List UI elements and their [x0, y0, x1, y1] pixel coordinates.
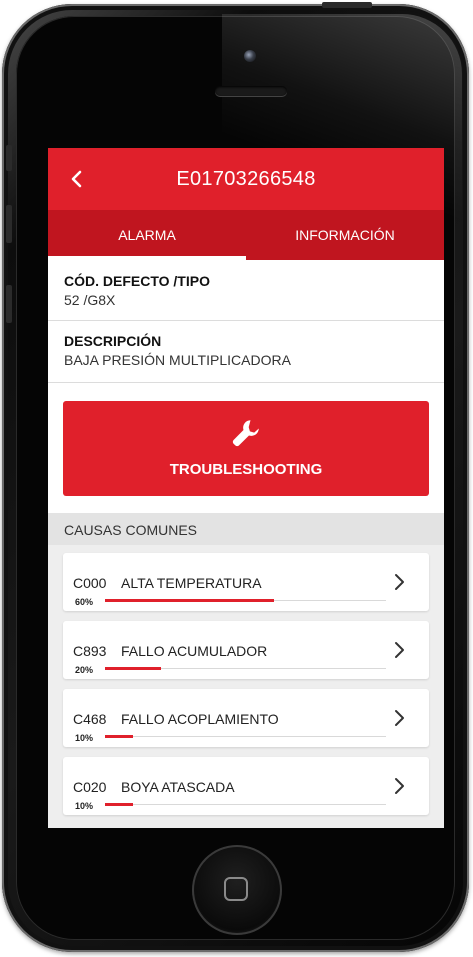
home-button[interactable]: [192, 845, 282, 935]
cause-progress-fill: [105, 803, 133, 806]
app-screen: E01703266548 ALARMA INFORMACIÓN CÓD. DEF…: [48, 148, 444, 828]
cause-item[interactable]: C020 BOYA ATASCADA 10%: [63, 757, 429, 815]
cause-item[interactable]: C893 FALLO ACUMULADOR 20%: [63, 621, 429, 679]
description-field: DESCRIPCIÓN BAJA PRESIÓN MULTIPLICADORA: [64, 333, 291, 368]
cause-progress-fill: [105, 599, 274, 602]
chevron-right-icon: [395, 778, 404, 794]
page-title: E01703266548: [176, 168, 316, 190]
defect-label: CÓD. DEFECTO /TIPO: [64, 273, 210, 289]
description-value: BAJA PRESIÓN MULTIPLICADORA: [64, 352, 291, 368]
cause-percentage: 20%: [75, 665, 94, 675]
cause-code: C893: [73, 643, 107, 659]
cause-code: C020: [73, 779, 107, 795]
troubleshooting-button[interactable]: TROUBLESHOOTING: [63, 401, 429, 496]
volume-down-button: [6, 285, 12, 323]
tab-alarma[interactable]: ALARMA: [48, 210, 246, 260]
cause-progress-track: [105, 804, 386, 805]
cause-name: FALLO ACOPLAMIENTO: [121, 711, 279, 727]
cause-item[interactable]: C000 ALTA TEMPERATURA 60%: [63, 553, 429, 611]
tab-informacion[interactable]: INFORMACIÓN: [246, 210, 444, 260]
volume-up-button: [6, 205, 12, 243]
divider: [48, 382, 444, 383]
cause-percentage: 60%: [75, 597, 94, 607]
power-button: [322, 2, 372, 8]
divider: [48, 320, 444, 321]
chevron-right-icon: [395, 710, 404, 726]
defect-field: CÓD. DEFECTO /TIPO 52 /G8X: [64, 273, 210, 308]
chevron-right-icon: [395, 574, 404, 590]
causes-section-title: CAUSAS COMUNES: [64, 522, 198, 538]
cause-percentage: 10%: [75, 801, 94, 811]
front-camera: [244, 50, 256, 62]
cause-name: FALLO ACUMULADOR: [121, 643, 268, 659]
cause-name: BOYA ATASCADA: [121, 779, 235, 795]
cause-progress-fill: [105, 735, 133, 738]
active-tab-indicator: [48, 256, 246, 260]
cause-code: C000: [73, 575, 107, 591]
cause-progress-fill: [105, 667, 161, 670]
troubleshooting-label: TROUBLESHOOTING: [169, 461, 323, 478]
description-label: DESCRIPCIÓN: [64, 333, 162, 349]
home-square-icon: [224, 877, 248, 901]
app-header: E01703266548: [48, 148, 444, 210]
causes-section-header: CAUSAS COMUNES: [48, 513, 444, 545]
defect-value: 52 /G8X: [64, 292, 116, 308]
earpiece-speaker: [215, 86, 287, 96]
chevron-right-icon: [395, 642, 404, 658]
cause-progress-track: [105, 736, 386, 737]
cause-name: ALTA TEMPERATURA: [121, 575, 262, 591]
cause-item[interactable]: C468 FALLO ACOPLAMIENTO 10%: [63, 689, 429, 747]
cause-code: C468: [73, 711, 107, 727]
wrench-icon: [232, 420, 259, 447]
cause-percentage: 10%: [75, 733, 94, 743]
tab-bar: ALARMA INFORMACIÓN: [48, 210, 444, 260]
mute-switch: [6, 145, 12, 171]
